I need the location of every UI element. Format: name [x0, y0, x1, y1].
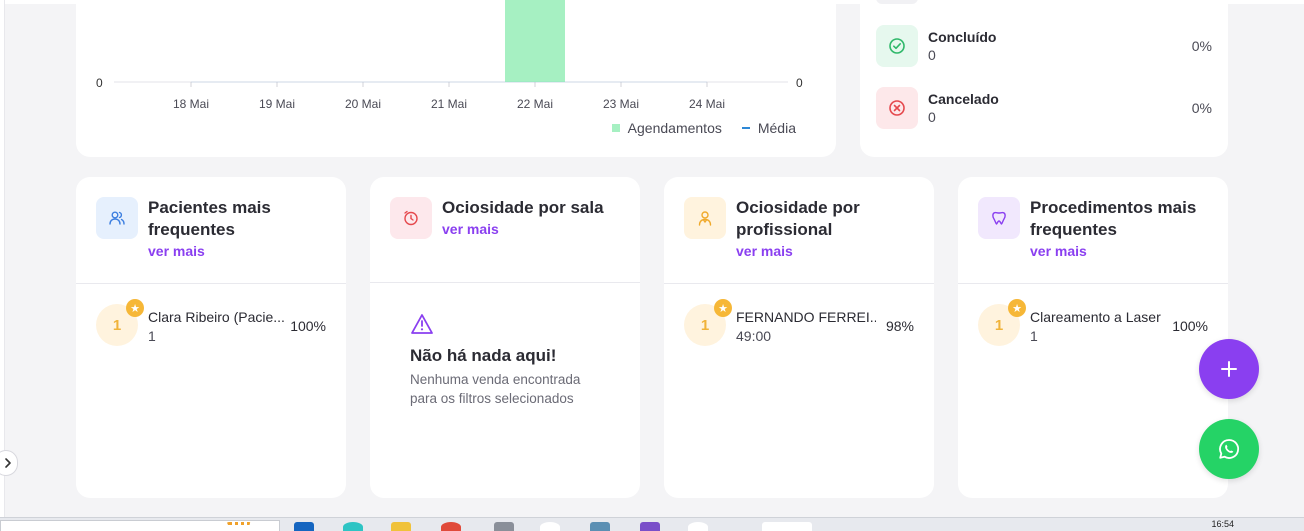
x-tick-label: 22 Mai	[517, 97, 553, 111]
status-row-cancelado: Cancelado 0 0%	[876, 87, 1212, 129]
status-row-concluido: Concluído 0 0%	[876, 25, 1212, 67]
room-idleness-card: Ociosidade por sala ver mais Não há nada…	[370, 177, 640, 498]
y-axis-label-right: 0	[796, 76, 803, 90]
app-icon[interactable]	[494, 522, 514, 531]
y-axis-label-left: 0	[96, 76, 103, 90]
procedure-count: 1	[1030, 328, 1038, 344]
status-percent: 0%	[1191, 38, 1212, 54]
sidebar-expand-button[interactable]	[0, 450, 18, 476]
ver-mais-link[interactable]: ver mais	[442, 221, 604, 237]
card-title: Pacientes mais frequentes	[148, 198, 271, 239]
status-summary-card: Concluído 0 0% Cancelado 0 0%	[860, 0, 1228, 157]
x-tick-label: 19 Mai	[259, 97, 295, 111]
empty-description: Nenhuma venda encontrada para os filtros…	[410, 372, 581, 406]
browser-icon[interactable]	[441, 522, 461, 531]
app-icon[interactable]	[343, 522, 363, 531]
chart-legend: Agendamentos Média	[611, 120, 796, 136]
x-tick-label: 23 Mai	[603, 97, 639, 111]
professional-name: FERNANDO FERREI...	[736, 309, 876, 325]
os-taskbar: 16:54	[0, 517, 1304, 531]
procedure-name: Clareamento a Laser	[1030, 309, 1161, 325]
whatsapp-button[interactable]	[1199, 419, 1259, 479]
star-icon: ★	[126, 299, 144, 317]
divider	[958, 283, 1228, 284]
patient-name: Clara Ribeiro (Pacie...	[148, 309, 285, 325]
appointments-chart-card: 0 0 18 Mai 19 Mai 20 Mai 21 Mai 22 Mai 23 Mai 24…	[76, 0, 836, 157]
list-item[interactable]: 1 ★ Clareamento a Laser 1 100%	[978, 299, 1208, 348]
divider	[664, 283, 934, 284]
add-button[interactable]	[1199, 339, 1259, 399]
ver-mais-link[interactable]: ver mais	[736, 243, 876, 259]
frequent-patients-card: Pacientes mais frequentes ver mais 1 ★ C…	[76, 177, 346, 498]
star-icon: ★	[714, 299, 732, 317]
legend-swatch-line	[741, 127, 750, 129]
x-tick-label: 18 Mai	[173, 97, 209, 111]
app-icon[interactable]	[294, 522, 314, 531]
warning-icon	[410, 314, 434, 339]
legend-swatch-bar	[611, 124, 620, 132]
list-item[interactable]: 1 ★ FERNANDO FERREI... 49:00 98%	[684, 299, 914, 348]
tooth-icon	[978, 197, 1020, 239]
status-icon-partial	[876, 0, 918, 4]
check-circle-icon	[876, 25, 918, 67]
frequent-procedures-card: Procedimentos mais frequentes ver mais 1…	[958, 177, 1228, 498]
legend-label-media: Média	[757, 120, 796, 136]
status-title: Concluído	[928, 29, 997, 45]
weather-icon[interactable]	[226, 522, 252, 531]
app-icon[interactable]	[762, 522, 812, 531]
legend-item-media[interactable]: Média	[741, 120, 796, 136]
chevron-right-icon	[5, 458, 11, 468]
idle-hours: 49:00	[736, 328, 772, 344]
app-icon[interactable]	[640, 522, 660, 531]
ver-mais-link[interactable]: ver mais	[1030, 243, 1205, 259]
professional-icon	[684, 197, 726, 239]
whatsapp-icon	[1219, 439, 1240, 459]
clock-icon	[390, 197, 432, 239]
percent-value: 98%	[885, 318, 914, 334]
status-count: 0	[928, 47, 936, 63]
x-circle-icon	[876, 87, 918, 129]
taskbar-clock: 16:54	[1211, 519, 1234, 529]
card-title: Ociosidade por sala	[442, 198, 604, 217]
left-rail	[0, 0, 5, 517]
percent-value: 100%	[1172, 318, 1208, 334]
star-icon: ★	[1008, 299, 1026, 317]
app-icon[interactable]	[540, 522, 560, 531]
card-title: Ociosidade por profissional	[736, 198, 860, 239]
folder-icon[interactable]	[391, 522, 411, 531]
x-tick-label: 20 Mai	[345, 97, 381, 111]
status-title: Cancelado	[928, 91, 999, 107]
empty-title: Não há nada aqui!	[410, 346, 557, 365]
card-title: Procedimentos mais frequentes	[1030, 198, 1197, 239]
ver-mais-link[interactable]: ver mais	[148, 243, 288, 259]
divider	[76, 283, 346, 284]
x-tick-label: 21 Mai	[431, 97, 467, 111]
plus-icon	[1221, 361, 1237, 377]
users-icon	[96, 197, 138, 239]
app-icon[interactable]	[688, 522, 708, 531]
legend-item-agendamentos[interactable]: Agendamentos	[611, 120, 722, 136]
percent-value: 100%	[290, 318, 326, 334]
x-tick-label: 24 Mai	[689, 97, 725, 111]
status-percent: 0%	[1191, 100, 1212, 116]
list-item[interactable]: 1 ★ Clara Ribeiro (Pacie... 1 100%	[96, 299, 326, 348]
professional-idleness-card: Ociosidade por profissional ver mais 1 ★…	[664, 177, 934, 498]
empty-state: Não há nada aqui! Nenhuma venda encontra…	[410, 313, 610, 408]
divider	[370, 282, 640, 283]
legend-label-agendamentos: Agendamentos	[627, 120, 722, 136]
visit-count: 1	[148, 328, 156, 344]
app-icon[interactable]	[590, 522, 610, 531]
status-count: 0	[928, 109, 936, 125]
chart-bar	[505, 0, 565, 82]
